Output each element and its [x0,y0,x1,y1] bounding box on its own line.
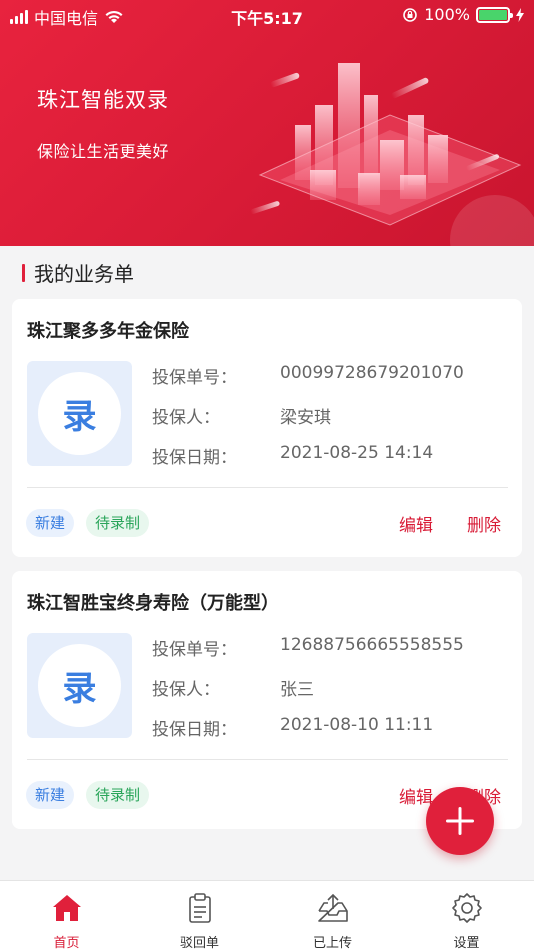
policy-number-row: 投保单号： 00099728679201070 [152,363,464,388]
policy-date-label: 投保日期： [152,448,237,468]
clipboard-icon [188,893,211,923]
card-divider [27,487,508,488]
policy-holder-label: 投保人： [152,408,220,428]
policy-holder-value: 梁安琪 [280,408,331,428]
record-thumbnail: 录 [27,633,132,738]
tab-home[interactable]: 首页 [0,881,133,950]
order-card[interactable]: 珠江聚多多年金保险 录 投保单号： 00099728679201070 投保人：… [12,299,522,557]
edit-button[interactable]: 编辑 [399,511,433,536]
add-order-button[interactable] [426,787,494,855]
delete-button[interactable]: 删除 [467,511,501,536]
status-badge-pending: 待录制 [86,781,150,809]
policy-date-value: 2021-08-10 11:11 [280,715,434,735]
charging-icon [516,7,524,22]
app-slogan: 保险让生活更美好 [37,142,170,161]
status-badge-new: 新建 [26,509,75,537]
city-illustration [250,63,534,246]
policy-date-value: 2021-08-25 14:14 [280,443,434,463]
tab-rejected-label: 驳回单 [179,936,219,950]
policy-holder-row: 投保人： 张三 [152,675,314,700]
product-name: 珠江聚多多年金保险 [27,321,189,342]
policy-holder-value: 张三 [280,680,314,700]
edit-button[interactable]: 编辑 [399,783,433,808]
tab-rejected[interactable]: 驳回单 [133,881,266,950]
upload-tray-icon [317,893,348,922]
status-badge-new: 新建 [26,781,75,809]
home-icon [52,895,81,921]
app-title: 珠江智能双录 [37,88,169,112]
battery-percent: 100% [424,5,470,24]
record-thumbnail: 录 [27,361,132,466]
section-accent-bar [22,263,25,282]
tab-settings-label: 设置 [453,936,480,950]
status-bar: 中国电信 下午5:17 100% [0,0,534,30]
tab-home-label: 首页 [53,936,80,950]
policy-number-row: 投保单号： 12688756665558555 [152,635,464,660]
policy-number-label: 投保单号： [152,368,237,388]
header-banner: 中国电信 下午5:17 100% 珠江智能双录 保险让生活更美好 [0,0,534,246]
gear-icon [451,893,482,923]
section-title: 我的业务单 [22,258,134,287]
record-icon: 录 [38,372,121,455]
tab-settings[interactable]: 设置 [400,881,533,950]
orientation-lock-icon [403,7,418,22]
policy-holder-label: 投保人： [152,680,220,700]
policy-date-row: 投保日期： 2021-08-25 14:14 [152,443,433,468]
policy-date-row: 投保日期： 2021-08-10 11:11 [152,715,433,740]
policy-date-label: 投保日期： [152,720,237,740]
battery-icon [476,6,513,23]
tab-uploaded[interactable]: 已上传 [266,881,399,950]
policy-holder-row: 投保人： 梁安琪 [152,403,331,428]
bottom-tab-bar: 首页 驳回单 已上传 设置 [0,880,534,950]
policy-number-value: 12688756665558555 [280,635,464,655]
policy-number-value: 00099728679201070 [280,363,464,383]
record-icon: 录 [38,644,121,727]
section-title-text: 我的业务单 [34,262,134,286]
status-badge-pending: 待录制 [86,509,150,537]
plus-icon [446,807,474,835]
tab-uploaded-label: 已上传 [312,936,352,950]
product-name: 珠江智胜宝终身寿险（万能型） [27,593,279,614]
policy-number-label: 投保单号： [152,640,237,660]
card-divider [27,759,508,760]
